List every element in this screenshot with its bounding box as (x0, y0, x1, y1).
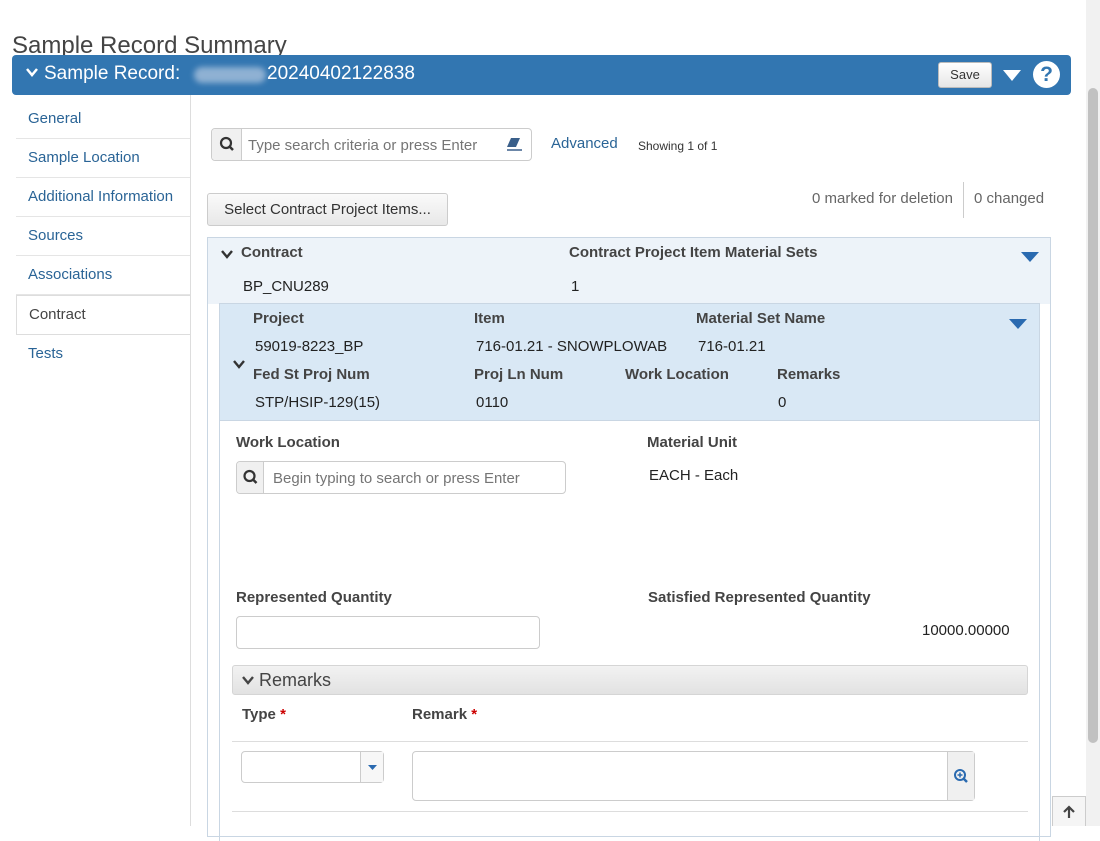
divider (232, 741, 1028, 742)
chevron-down-icon[interactable] (220, 248, 234, 260)
select-contract-project-items-button[interactable]: Select Contract Project Items... (207, 193, 448, 226)
item-detail-form: Work Location Material Unit EACH - Each … (219, 421, 1040, 841)
work-location-field (236, 461, 566, 494)
caret-down-icon[interactable] (1002, 68, 1022, 82)
project-label: Project (253, 310, 304, 327)
sidebar-item-tests[interactable]: Tests (16, 335, 191, 373)
remark-label: Remark (412, 706, 468, 723)
search-icon[interactable] (212, 129, 242, 160)
satisfied-represented-quantity-value: 10000.00000 (922, 622, 1010, 639)
chevron-down-icon[interactable] (241, 674, 255, 686)
arrow-up-icon (1063, 805, 1075, 818)
material-unit-label: Material Unit (647, 434, 738, 451)
caret-down-icon[interactable] (1021, 251, 1039, 263)
remarks-count-value: 0 (778, 394, 787, 411)
marked-for-deletion-count: 0 marked for deletion (812, 190, 953, 207)
sidebar-nav: General Sample Location Additional Infor… (16, 100, 191, 373)
project-item-row: Project Item Material Set Name 59019-822… (219, 303, 1040, 421)
search-input[interactable] (246, 134, 491, 156)
page-scrollbar[interactable] (1086, 0, 1100, 826)
sidebar-item-contract[interactable]: Contract (16, 295, 191, 335)
divider (963, 182, 964, 218)
contract-value: BP_CNU289 (243, 278, 329, 295)
fed-st-proj-num-label: Fed St Proj Num (253, 366, 370, 383)
sidebar-item-sources[interactable]: Sources (16, 217, 191, 256)
material-set-name-value: 716-01.21 (698, 338, 766, 355)
remark-column-header: Remark * (412, 706, 477, 723)
satisfied-represented-quantity-label: Satisfied Represented Quantity (648, 589, 871, 606)
remarks-section-title: Remarks (259, 670, 332, 690)
divider (232, 811, 1028, 812)
material-sets-value: 1 (571, 278, 580, 295)
sidebar-item-associations[interactable]: Associations (16, 256, 191, 295)
material-unit-value: EACH - Each (649, 467, 739, 484)
sidebar-item-sample-location[interactable]: Sample Location (16, 139, 191, 178)
work-location-input[interactable] (271, 467, 556, 489)
record-id: 20240402122838 (267, 63, 415, 84)
scroll-to-top-button[interactable] (1052, 796, 1086, 826)
search-field (211, 128, 532, 161)
project-value: 59019-8223_BP (255, 338, 364, 355)
work-location-col-label: Work Location (625, 366, 729, 383)
required-marker: * (471, 706, 478, 723)
represented-quantity-label: Represented Quantity (236, 589, 392, 606)
record-header-bar: Sample Record: 20240402122838 Save ? (12, 55, 1071, 95)
help-icon[interactable]: ? (1033, 61, 1060, 88)
remarks-section-header[interactable]: Remarks (232, 665, 1028, 695)
type-select[interactable] (241, 751, 384, 783)
zoom-in-icon[interactable] (947, 752, 974, 800)
results-count: Showing 1 of 1 (638, 139, 718, 153)
material-sets-label: Contract Project Item Material Sets (569, 244, 818, 261)
material-set-name-label: Material Set Name (696, 310, 826, 327)
scrollbar-thumb[interactable] (1088, 88, 1098, 743)
save-button[interactable]: Save (938, 62, 992, 88)
type-column-header: Type * (242, 706, 286, 723)
dropdown-toggle[interactable] (360, 752, 383, 782)
proj-ln-num-label: Proj Ln Num (474, 366, 564, 383)
required-marker: * (280, 706, 286, 723)
redacted-text (194, 67, 266, 83)
type-label: Type (242, 706, 276, 723)
item-label: Item (474, 310, 505, 327)
changed-count: 0 changed (974, 190, 1045, 207)
contract-panel: Contract Contract Project Item Material … (207, 237, 1051, 841)
record-label: Sample Record: (44, 63, 181, 84)
contract-header-row: Contract Contract Project Item Material … (208, 238, 1050, 304)
sidebar-item-general[interactable]: General (16, 100, 191, 139)
work-location-label: Work Location (236, 434, 340, 451)
chevron-down-icon[interactable] (24, 64, 40, 80)
fed-st-proj-num-value: STP/HSIP-129(15) (255, 394, 381, 411)
sidebar-item-additional-information[interactable]: Additional Information (16, 178, 191, 217)
represented-quantity-input[interactable] (236, 616, 540, 649)
item-value: 716-01.21 - SNOWPLOWAB (476, 338, 668, 355)
remark-input[interactable] (412, 751, 975, 801)
proj-ln-num-value: 0110 (476, 394, 509, 411)
sidebar-divider (190, 95, 191, 826)
chevron-down-icon[interactable] (232, 358, 246, 370)
eraser-icon[interactable] (505, 135, 525, 153)
contract-label: Contract (241, 244, 303, 261)
remarks-col-label: Remarks (777, 366, 841, 383)
caret-down-icon[interactable] (1009, 318, 1027, 330)
search-icon[interactable] (237, 462, 264, 493)
advanced-search-link[interactable]: Advanced (551, 135, 618, 152)
